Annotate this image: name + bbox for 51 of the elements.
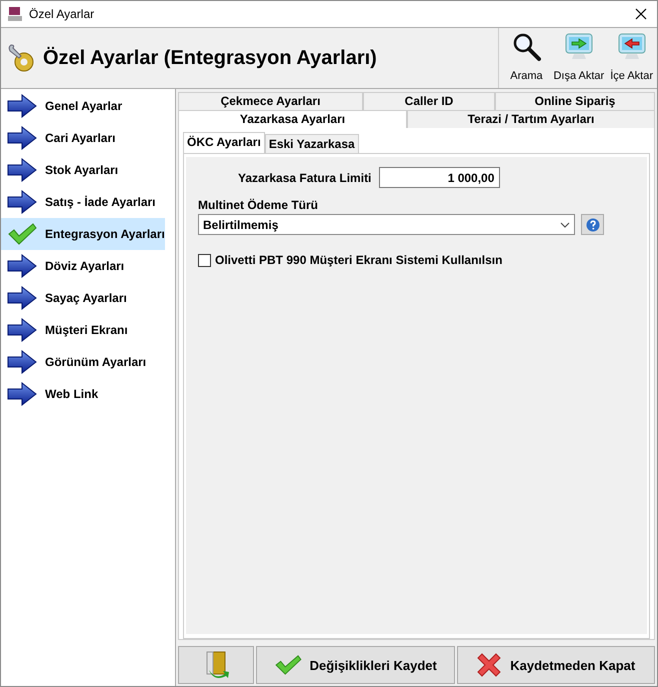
field-label: Multinet Ödeme Türü xyxy=(198,198,319,212)
sidebar-item[interactable]: Döviz Ayarları xyxy=(1,250,165,282)
sidebar-item[interactable]: Web Link xyxy=(1,378,165,410)
arrow-icon xyxy=(7,190,37,214)
arrow-icon xyxy=(7,350,37,374)
arrow-icon xyxy=(7,286,37,310)
arrow-icon xyxy=(7,382,37,406)
sidebar-item[interactable]: Müşteri Ekranı xyxy=(1,314,165,346)
sidebar-item[interactable]: Stok Ayarları xyxy=(1,154,165,186)
close-icon[interactable] xyxy=(635,8,647,20)
save-button[interactable]: Değişiklikleri Kaydet xyxy=(256,646,454,684)
tab[interactable]: Çekmece Ayarları xyxy=(178,92,363,110)
question-icon xyxy=(586,218,600,232)
chevron-icon xyxy=(560,222,570,228)
arrow-icon xyxy=(7,318,37,342)
sidebar-item[interactable]: Cari Ayarları xyxy=(1,122,165,154)
tab[interactable]: Caller ID xyxy=(363,92,495,110)
input-field[interactable]: 1 000,00 xyxy=(379,167,500,188)
toolbar-button[interactable]: Dışa Aktar xyxy=(553,32,604,88)
exit-button[interactable] xyxy=(178,646,254,684)
monitor-arrow-icon xyxy=(616,32,647,62)
dropdown[interactable]: Belirtilmemiş xyxy=(198,214,575,235)
checkbox-label: Olivetti PBT 990 Müşteri Ekranı Sistemi Kullanılsın xyxy=(215,253,502,267)
search-icon xyxy=(511,32,542,62)
help-button[interactable] xyxy=(581,214,604,235)
field-label: Yazarkasa Fatura Limiti xyxy=(238,170,372,184)
monitor-arrow-icon xyxy=(564,32,594,62)
toolbar-button[interactable]: İçe Aktar xyxy=(610,32,653,88)
arrow-icon xyxy=(7,126,37,150)
window-title: Özel Ayarlar xyxy=(29,7,96,21)
check-icon xyxy=(274,654,302,676)
sidebar-item[interactable]: Genel Ayarlar xyxy=(1,90,165,122)
tab[interactable]: ÖKC Ayarları xyxy=(183,132,265,153)
tab[interactable]: Terazi / Tartım Ayarları xyxy=(407,110,655,128)
sidebar-item[interactable]: Sayaç Ayarları xyxy=(1,282,165,314)
app-icon xyxy=(7,6,23,22)
toolbar-button[interactable]: Arama xyxy=(505,32,548,88)
close-icon xyxy=(476,652,502,678)
page-title: Özel Ayarlar (Entegrasyon Ayarları) xyxy=(43,46,378,70)
arrow-icon xyxy=(7,158,37,182)
arrow-icon xyxy=(7,254,37,278)
sidebar-item[interactable]: Satış - İade Ayarları xyxy=(1,186,165,218)
check-icon xyxy=(7,222,37,246)
arrow-icon xyxy=(7,94,37,118)
sidebar-item[interactable]: Entegrasyon Ayarları xyxy=(1,218,165,250)
sidebar-item[interactable]: Görünüm Ayarları xyxy=(1,346,165,378)
checkbox[interactable] xyxy=(198,254,211,266)
tab[interactable]: Online Sipariş xyxy=(495,92,655,110)
tab[interactable]: Yazarkasa Ayarları xyxy=(178,110,408,128)
tab[interactable]: Eski Yazarkasa xyxy=(264,134,359,153)
close-button[interactable]: Kaydetmeden Kapat xyxy=(456,646,655,684)
